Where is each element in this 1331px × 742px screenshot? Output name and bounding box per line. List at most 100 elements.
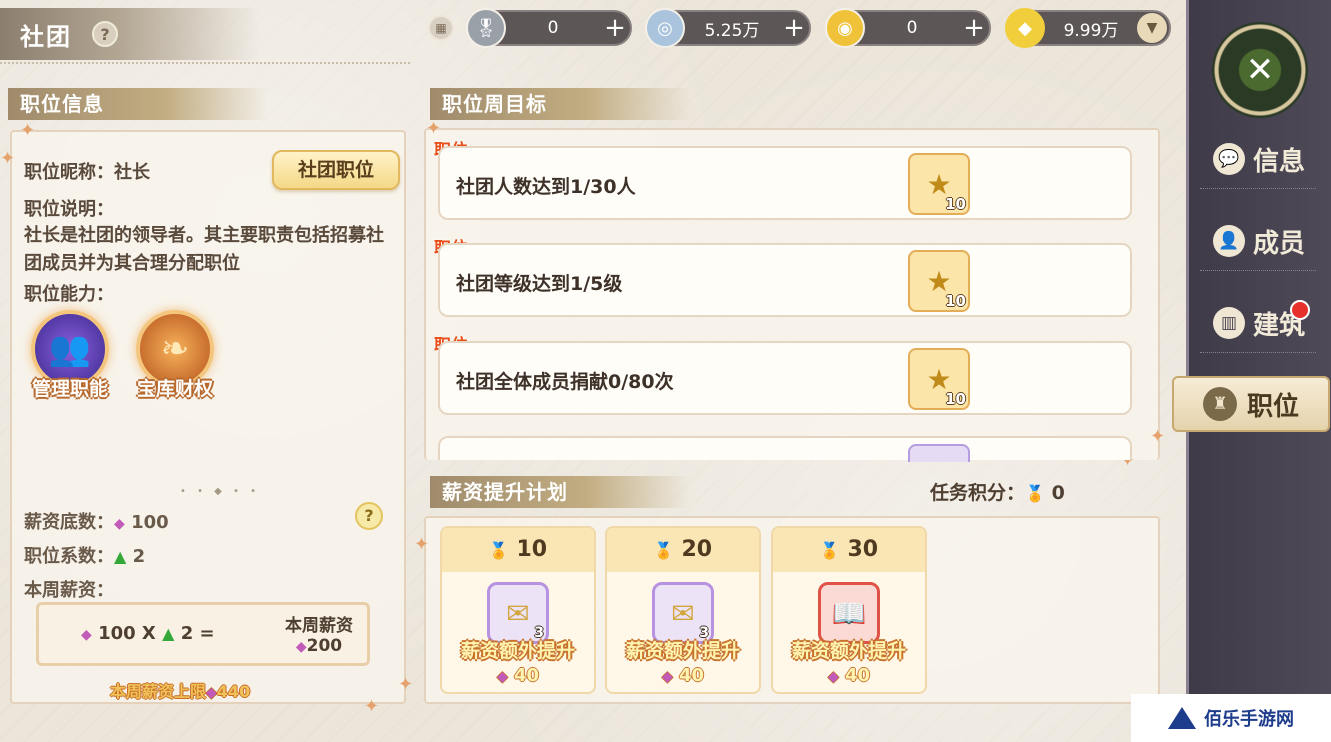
header-divider	[0, 62, 410, 68]
medal-icon: 🏅	[1025, 484, 1045, 503]
currency-medal: 🎖 0 +	[466, 8, 632, 48]
plan-card[interactable]: 🏅 10 ✉ 3 薪资额外提升 ◆ 40	[440, 526, 596, 694]
book-icon: 📖	[818, 582, 880, 644]
section-title-goals: 职位周目标	[430, 88, 690, 120]
formula-base: 100	[98, 623, 136, 644]
gem-icon: ◆	[496, 669, 508, 685]
skill-management[interactable]: 👥 管理职能	[25, 310, 115, 401]
arrow-up-icon: ▲	[114, 547, 127, 566]
grid-menu-icon[interactable]: ▦	[428, 15, 454, 41]
salary-box: ◆ 100 X ▲ 2 = 本周薪资 ◆200	[36, 602, 370, 666]
threshold-value: 10	[516, 537, 548, 562]
help-icon[interactable]: ?	[92, 21, 118, 47]
coef-label: 职位系数：	[24, 546, 114, 567]
formula-coef: 2	[180, 623, 194, 644]
reward-count: 10	[945, 195, 966, 213]
plan-card[interactable]: 🏅 30 📖 薪资额外提升 ◆ 40	[771, 526, 927, 694]
salary-formula: ◆ 100 X ▲ 2 =	[81, 623, 215, 644]
task-card-partial	[438, 436, 1132, 462]
position-icon: ♜	[1202, 387, 1237, 421]
reward-medal-icon[interactable]: ★ 10	[908, 250, 970, 312]
logo-icon	[1168, 707, 1196, 729]
sparkle-icon: ✦	[0, 148, 16, 169]
plan-name: 薪资额外提升	[625, 640, 740, 662]
nickname-label: 职位昵称：社长	[24, 162, 150, 183]
task-card: 社团人数达到1/30人 ★ 10	[438, 146, 1132, 220]
base-salary-label: 薪资底数：	[24, 512, 114, 533]
section-title-plan: 薪资提升计划	[430, 476, 690, 508]
reward-medal-icon[interactable]: ★ 10	[908, 153, 970, 215]
nav-item-info[interactable]: 💬 信息	[1196, 132, 1322, 186]
plan-cost: ◆ 40	[773, 665, 925, 686]
nav-item-members[interactable]: 👤 成员	[1196, 214, 1322, 268]
arrow-up-icon: ▲	[162, 624, 175, 643]
weekly-salary-value: 200	[306, 636, 343, 656]
plan-threshold: 🏅 20	[607, 528, 759, 572]
add-silver-button[interactable]: +	[779, 13, 809, 43]
weekly-label: 本周薪资：	[24, 580, 114, 601]
weekly-salary-title: 本周薪资	[285, 616, 353, 636]
cost-value: 40	[514, 665, 540, 686]
reward-count: 10	[945, 390, 966, 408]
weekly-salary: 本周薪资 ◆200	[285, 611, 353, 656]
formula-eq: =	[199, 623, 215, 644]
ability-label: 职位能力：	[24, 284, 114, 305]
cost-value: 40	[679, 665, 705, 686]
plan-name: 薪资额外提升	[791, 640, 906, 662]
notification-badge	[1290, 300, 1310, 320]
gold-coin-icon: ◉	[825, 8, 865, 48]
medal-icon: 🏅	[653, 541, 674, 560]
nav-label: 成员	[1252, 228, 1305, 259]
add-medal-button[interactable]: +	[600, 13, 630, 43]
page-header: 社团 ?	[0, 8, 260, 60]
threshold-value: 20	[681, 537, 713, 562]
add-gold-button[interactable]: +	[959, 13, 989, 43]
nav-divider	[1200, 270, 1316, 272]
salary-help-icon[interactable]: ?	[355, 502, 383, 530]
chevron-down-icon[interactable]: ▼	[1137, 13, 1167, 43]
chat-icon: 💬	[1212, 143, 1245, 175]
scroll-icon: ✉ 3	[487, 582, 549, 644]
silver-coin-icon: ◎	[645, 8, 685, 48]
nav-item-position[interactable]: ♜ 职位	[1172, 376, 1330, 432]
ornament-divider: • • ◆ • •	[180, 486, 260, 497]
sparkle-icon: ✦	[1150, 426, 1166, 447]
sparkle-icon: ✦	[20, 120, 36, 141]
role-button[interactable]: 社团职位	[272, 150, 400, 190]
gem-icon: ◆	[114, 516, 125, 532]
diamond-icon: ◆	[1005, 8, 1045, 48]
salary-limit: 本周薪资上限◆440	[110, 678, 250, 702]
page-title: 社团	[20, 22, 72, 51]
formula-x: X	[141, 623, 156, 644]
compass-icon[interactable]: ✕	[1212, 22, 1308, 118]
task-card: 社团全体成员捐献0/80次 ★ 10	[438, 341, 1132, 415]
coef-row: 职位系数：▲ 2	[24, 542, 145, 568]
currency-diamond: ◆ 9.99万 ▼	[1005, 8, 1171, 48]
gem-icon: ◆	[827, 669, 839, 685]
cost-value: 40	[845, 665, 871, 686]
gem-icon: ◆	[661, 669, 673, 685]
sparkle-icon: ✦	[398, 674, 414, 695]
gem-icon: ◆	[295, 639, 307, 655]
medal-icon: 🏅	[819, 541, 840, 560]
skill-treasury[interactable]: ❧ 宝库财权	[130, 310, 220, 401]
gem-icon: ◆	[206, 685, 217, 701]
building-icon: ▥	[1212, 307, 1245, 339]
nav-divider	[1200, 188, 1316, 190]
plan-cost: ◆ 40	[607, 665, 759, 686]
reward-count: 10	[945, 292, 966, 310]
task-text: 社团全体成员捐献0/80次	[456, 371, 674, 393]
task-card: 社团等级达到1/5级 ★ 10	[438, 243, 1132, 317]
task-text: 社团等级达到1/5级	[456, 273, 623, 295]
gem-icon: ◆	[81, 627, 92, 643]
plan-cost: ◆ 40	[442, 665, 594, 686]
reward-medal-icon[interactable]: ★ 10	[908, 348, 970, 410]
member-icon: 👤	[1212, 225, 1245, 257]
currency-value: 5.25万	[704, 20, 760, 41]
limit-label: 本周薪资上限	[110, 682, 207, 701]
desc-text: 社长是社团的领导者。其主要职责包括招募社团成员并为其合理分配职位	[24, 225, 384, 274]
points-label: 任务积分：	[930, 482, 1026, 504]
plan-card[interactable]: 🏅 20 ✉ 3 薪资额外提升 ◆ 40	[605, 526, 761, 694]
task-points: 任务积分：🏅 0	[930, 478, 1065, 505]
nav-label: 信息	[1252, 146, 1305, 177]
